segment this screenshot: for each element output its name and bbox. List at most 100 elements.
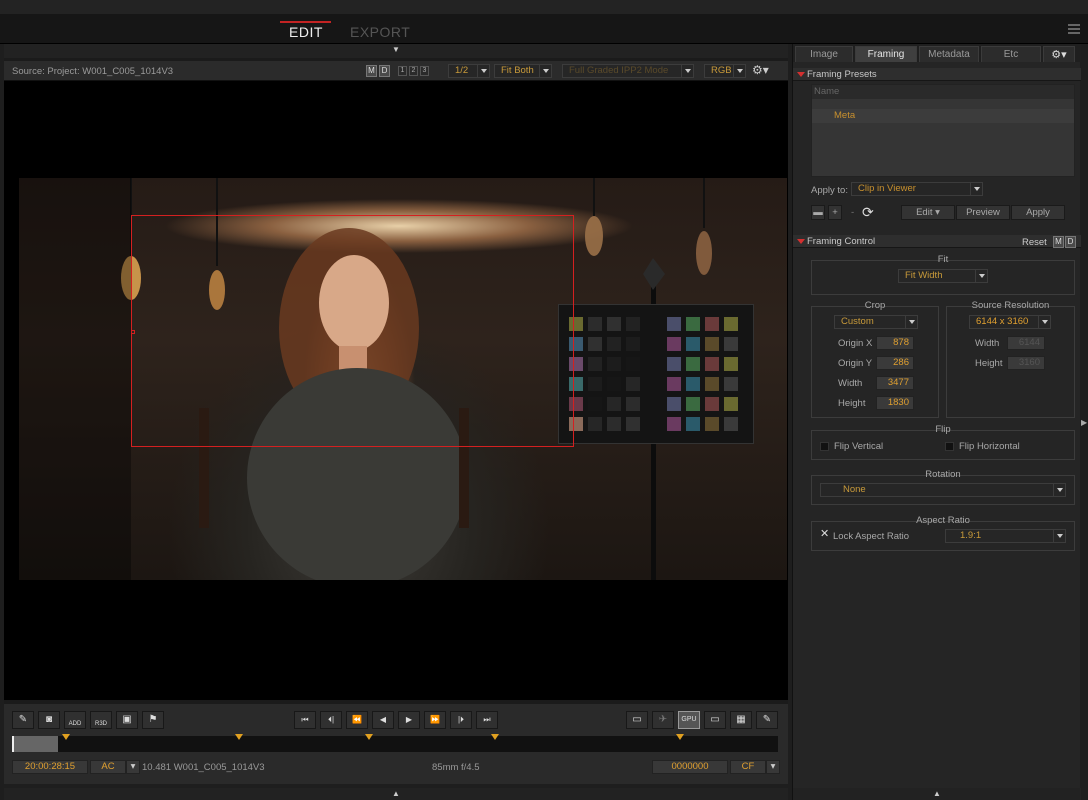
folder-icon[interactable]: ▬ bbox=[811, 205, 825, 220]
origin-y-field[interactable]: 286 bbox=[876, 356, 914, 370]
chart-swatch bbox=[686, 397, 700, 411]
viewer-gear-icon[interactable]: ⚙▾ bbox=[752, 63, 778, 78]
display-icon[interactable]: ▭ bbox=[626, 711, 648, 729]
rotation-group: Rotation None bbox=[811, 469, 1075, 505]
menu-icon[interactable] bbox=[1068, 24, 1080, 34]
tab-framing[interactable]: Framing bbox=[855, 46, 917, 62]
tab-metadata[interactable]: Metadata bbox=[919, 46, 979, 62]
chevron-down-icon bbox=[1038, 316, 1050, 328]
collapse-bottom-toggle[interactable]: ▲ bbox=[4, 788, 788, 800]
preset-item[interactable]: Meta bbox=[812, 109, 1074, 123]
rocket-icon[interactable]: ✈ bbox=[652, 711, 674, 729]
chevron-down-icon[interactable]: ▾ bbox=[126, 760, 140, 774]
preview-button[interactable]: Preview bbox=[956, 205, 1010, 220]
timeline-scrubber[interactable] bbox=[12, 734, 778, 752]
timecode-field[interactable]: 20:00:28:15 bbox=[12, 760, 88, 774]
go-to-start-icon[interactable]: ⏮ bbox=[294, 711, 316, 729]
scale-dropdown[interactable]: 1/2 bbox=[448, 64, 490, 78]
rotation-dropdown[interactable]: None bbox=[820, 483, 1066, 497]
fit-dropdown[interactable]: Fit Both bbox=[494, 64, 552, 78]
view-2-button[interactable]: 2 bbox=[409, 66, 418, 76]
tab-etc[interactable]: Etc bbox=[981, 46, 1041, 62]
fit-width-dropdown[interactable]: Fit Width bbox=[898, 269, 988, 283]
view-3-button[interactable]: 3 bbox=[420, 66, 429, 76]
chart-swatch bbox=[724, 417, 738, 431]
timeline-marker[interactable] bbox=[676, 734, 684, 740]
framing-presets-header[interactable]: Framing Presets bbox=[793, 68, 1081, 81]
panel-collapse-toggle[interactable]: ▲ bbox=[793, 788, 1081, 800]
camera-icon[interactable]: ◙ bbox=[38, 711, 60, 729]
timeline-marker[interactable] bbox=[62, 734, 70, 740]
fast-forward-icon[interactable]: ⏩ bbox=[424, 711, 446, 729]
presets-list[interactable]: Name Meta bbox=[811, 84, 1075, 177]
d-button[interactable]: D bbox=[379, 65, 390, 77]
chevron-down-icon bbox=[1053, 484, 1065, 496]
filmstrip-icon[interactable]: ▦ bbox=[730, 711, 752, 729]
timeline-marker[interactable] bbox=[491, 734, 499, 740]
camera-r3d-icon[interactable]: R3D bbox=[90, 711, 112, 729]
playhead[interactable] bbox=[12, 736, 14, 752]
chart-swatch bbox=[588, 317, 602, 331]
aspect-ratio-dropdown[interactable]: 1.9:1 bbox=[945, 529, 1066, 543]
frame-field[interactable]: 0000000 bbox=[652, 760, 728, 774]
camera-add-icon[interactable]: ADD bbox=[64, 711, 86, 729]
flag-icon[interactable]: ⚑ bbox=[142, 711, 164, 729]
apply-to-label: Apply to: bbox=[811, 185, 848, 196]
crop-height-label: Height bbox=[838, 398, 866, 409]
source-label: Source: Project: W001_C005_1014V3 bbox=[12, 66, 174, 77]
crop-rectangle[interactable] bbox=[131, 215, 574, 447]
prev-mark-icon[interactable]: ⏴| bbox=[320, 711, 342, 729]
mode-dropdown[interactable]: Full Graded IPP2 Mode bbox=[562, 64, 694, 78]
chart-swatch bbox=[588, 377, 602, 391]
frame-mode-field[interactable]: CF bbox=[730, 760, 766, 774]
gpu-button[interactable]: GPU bbox=[678, 711, 700, 729]
aspect-icon[interactable]: ▭ bbox=[704, 711, 726, 729]
crop-handle[interactable] bbox=[131, 330, 135, 334]
origin-x-field[interactable]: 878 bbox=[876, 336, 914, 350]
timeline-marker[interactable] bbox=[235, 734, 243, 740]
camera-add-label: ADD bbox=[68, 721, 82, 727]
viewer-canvas[interactable] bbox=[4, 81, 788, 700]
crop-mode-dropdown[interactable]: Custom bbox=[834, 315, 918, 329]
refresh-icon[interactable]: ⟳ bbox=[862, 204, 878, 220]
collapse-top-toggle[interactable]: ▼ bbox=[4, 44, 788, 58]
d-button[interactable]: D bbox=[1065, 236, 1076, 248]
chevron-down-icon[interactable]: ▾ bbox=[766, 760, 780, 774]
play-icon[interactable]: ▶ bbox=[398, 711, 420, 729]
view-1-button[interactable]: 1 bbox=[398, 66, 407, 76]
add-preset-icon[interactable]: + bbox=[828, 205, 842, 220]
apply-button[interactable]: Apply bbox=[1011, 205, 1065, 220]
fit-value: Fit Both bbox=[501, 65, 534, 76]
source-res-dropdown[interactable]: 6144 x 3160 bbox=[969, 315, 1051, 329]
flip-vertical-checkbox[interactable] bbox=[820, 442, 829, 451]
m-button[interactable]: M bbox=[1053, 236, 1064, 248]
tab-image[interactable]: Image bbox=[795, 46, 853, 62]
edit-dropdown[interactable]: Edit ▾ bbox=[901, 205, 955, 220]
rewind-icon[interactable]: ⏪ bbox=[346, 711, 368, 729]
channel-dropdown[interactable]: RGB bbox=[704, 64, 746, 78]
next-mark-icon[interactable]: |⏵ bbox=[450, 711, 472, 729]
lock-aspect-checkbox[interactable]: ✕ bbox=[820, 529, 830, 540]
crop-mode-value: Custom bbox=[841, 316, 874, 327]
snapshot-toggle-icon[interactable]: ✎ bbox=[12, 711, 34, 729]
edit-toggle-icon[interactable]: ✎ bbox=[756, 711, 778, 729]
reset-button[interactable]: Reset bbox=[1022, 237, 1047, 248]
panel-gear-icon[interactable]: ⚙▾ bbox=[1043, 46, 1075, 62]
chart-swatch bbox=[705, 337, 719, 351]
monitor-icon[interactable]: ▣ bbox=[116, 711, 138, 729]
play-reverse-icon[interactable]: ◀ bbox=[372, 711, 394, 729]
m-button[interactable]: M bbox=[366, 65, 377, 77]
flip-horizontal-checkbox[interactable] bbox=[945, 442, 954, 451]
tc-mode-field[interactable]: AC bbox=[90, 760, 126, 774]
tab-export[interactable]: EXPORT bbox=[350, 24, 410, 40]
tab-edit[interactable]: EDIT bbox=[280, 21, 331, 40]
go-to-end-icon[interactable]: ⏭ bbox=[476, 711, 498, 729]
crop-title: Crop bbox=[864, 300, 886, 311]
remove-preset-icon[interactable]: - bbox=[851, 207, 854, 218]
apply-to-dropdown[interactable]: Clip in Viewer bbox=[851, 182, 983, 196]
expand-right-icon[interactable]: ▶ bbox=[1081, 418, 1088, 428]
crop-width-field[interactable]: 3477 bbox=[876, 376, 914, 390]
crop-height-field[interactable]: 1830 bbox=[876, 396, 914, 410]
chart-swatch bbox=[705, 397, 719, 411]
timeline-marker[interactable] bbox=[365, 734, 373, 740]
